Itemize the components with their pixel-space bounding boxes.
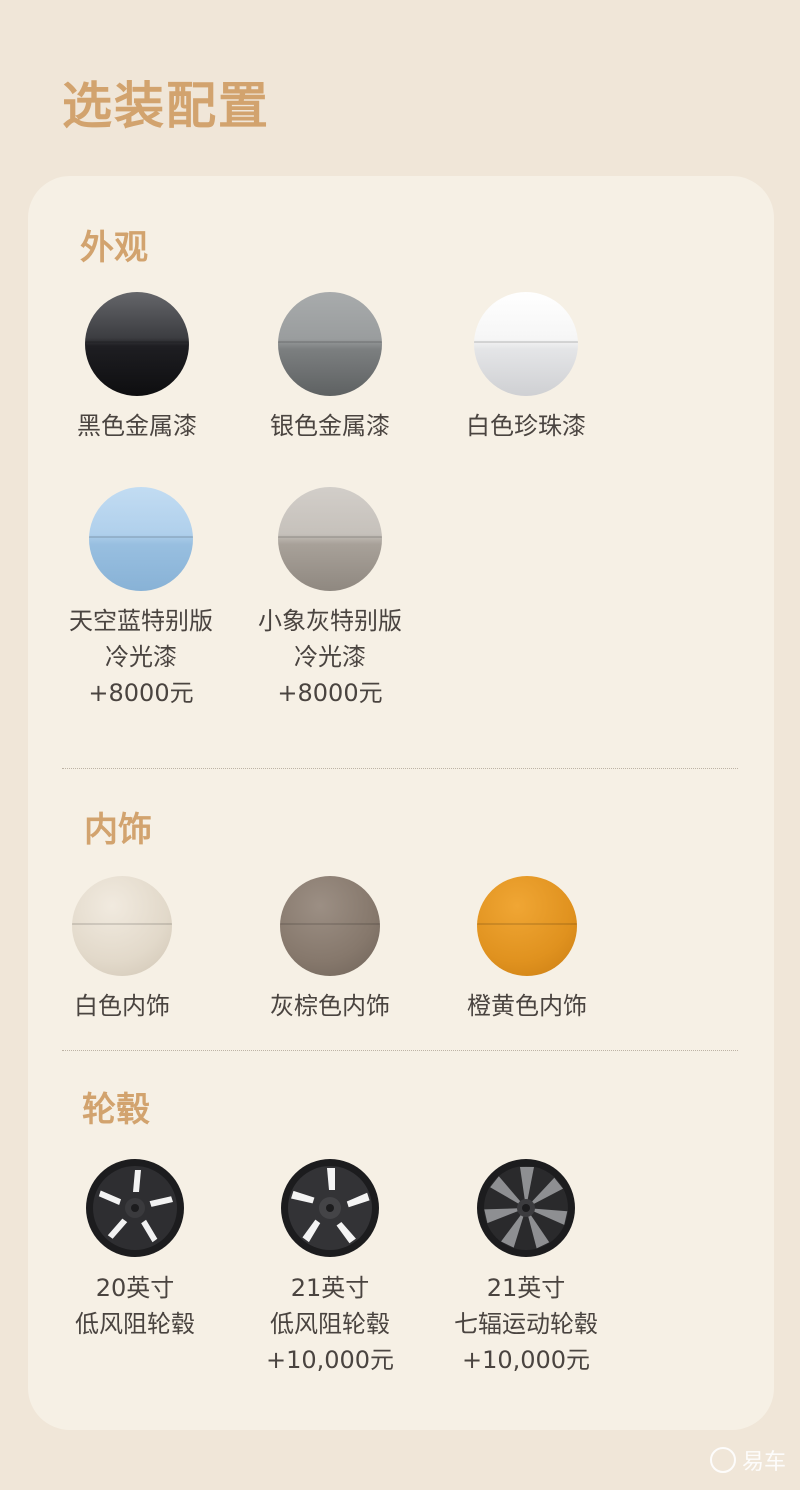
options-card: 外观 黑色金属漆 银色金属漆 白色珍珠漆 天空蓝特别版 冷光漆 +8000元 小… [28, 176, 774, 1430]
option-label: 21英寸 低风阻轮毂 +10,000元 [265, 1274, 395, 1374]
wheel-icon [86, 1159, 184, 1257]
color-swatch [85, 292, 189, 396]
watermark-text: 易车 [741, 1450, 786, 1475]
exterior-option-silver[interactable]: 银色金属漆 [230, 292, 430, 444]
interior-option-grey-brown[interactable]: 灰棕色内饰 [230, 876, 430, 1024]
wheel-option-20in[interactable]: 20英寸 低风阻轮毂 [35, 1158, 235, 1342]
page-title: 选装配置 [62, 77, 270, 135]
color-swatch [89, 487, 193, 591]
wheel-option-21in-aero[interactable]: 21英寸 低风阻轮毂 +10,000元 [230, 1158, 430, 1378]
section-title-exterior: 外观 [80, 228, 148, 268]
section-title-wheels: 轮毂 [82, 1090, 150, 1130]
section-title-interior: 内饰 [84, 810, 152, 850]
option-label: 白色内饰 [74, 992, 170, 1020]
interior-option-white[interactable]: 白色内饰 [22, 876, 222, 1024]
exterior-option-elephant-grey[interactable]: 小象灰特别版 冷光漆 +8000元 [230, 487, 430, 711]
section-divider [62, 768, 738, 769]
option-label: 20英寸 低风阻轮毂 [75, 1274, 195, 1338]
option-label: 橙黄色内饰 [467, 992, 587, 1020]
wheel-option-21in-sport[interactable]: 21英寸 七辐运动轮毂 +10,000元 [426, 1158, 626, 1378]
color-swatch [278, 292, 382, 396]
color-swatch [72, 876, 172, 976]
interior-option-orange[interactable]: 橙黄色内饰 [427, 876, 627, 1024]
option-label: 小象灰特别版 冷光漆 +8000元 [258, 607, 402, 707]
option-label: 银色金属漆 [270, 412, 390, 440]
option-label: 白色珍珠漆 [466, 412, 586, 440]
option-label: 灰棕色内饰 [270, 992, 390, 1020]
exterior-option-white[interactable]: 白色珍珠漆 [426, 292, 626, 444]
brand-logo-icon [709, 1447, 736, 1473]
color-swatch [477, 876, 577, 976]
option-label: 21英寸 七辐运动轮毂 +10,000元 [454, 1274, 598, 1374]
wheel-icon [477, 1159, 575, 1257]
exterior-option-sky-blue[interactable]: 天空蓝特别版 冷光漆 +8000元 [41, 487, 241, 711]
watermark: 易车 [709, 1444, 786, 1476]
color-swatch [278, 487, 382, 591]
color-swatch [474, 292, 578, 396]
section-divider [62, 1050, 738, 1051]
color-swatch [280, 876, 380, 976]
exterior-option-black[interactable]: 黑色金属漆 [37, 292, 237, 444]
option-label: 黑色金属漆 [77, 412, 197, 440]
wheel-icon [281, 1159, 379, 1257]
option-label: 天空蓝特别版 冷光漆 +8000元 [69, 607, 213, 707]
